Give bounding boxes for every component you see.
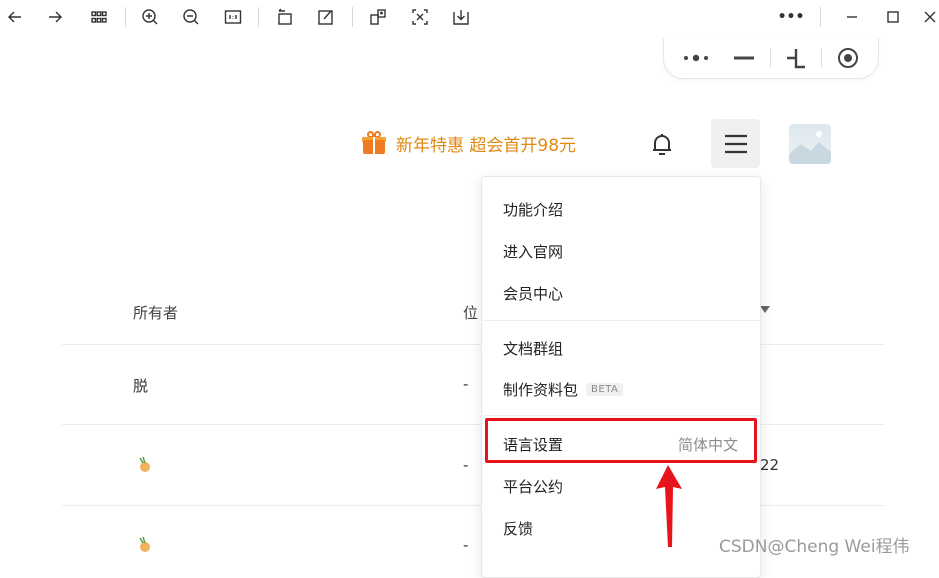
zoom-in-icon[interactable] (139, 6, 161, 28)
edit-icon[interactable] (315, 6, 337, 28)
download-icon[interactable] (450, 6, 472, 28)
collapse-icon[interactable] (782, 46, 810, 70)
menu-item-website[interactable]: 进入官网 (482, 231, 760, 271)
close-window-icon[interactable] (920, 6, 939, 28)
more-icon[interactable]: ••• (777, 6, 805, 28)
column-header-owner[interactable]: 所有者 (133, 302, 178, 323)
table-row-extra: 22 (760, 456, 780, 474)
record-icon[interactable] (834, 46, 862, 70)
column-header-location[interactable]: 位 (463, 302, 478, 323)
table-row-location: - (463, 456, 469, 474)
menu-item-features[interactable]: 功能介绍 (482, 189, 760, 229)
rotate-icon[interactable] (274, 6, 296, 28)
menu-item-platform-rules[interactable]: 平台公约 (482, 466, 760, 506)
back-icon[interactable] (4, 6, 26, 28)
promo-text: 新年特惠 超会首开98元 (396, 135, 577, 156)
minimize-icon[interactable] (730, 46, 758, 70)
pineapple-icon (139, 536, 150, 552)
promo-banner[interactable]: 新年特惠 超会首开98元 (362, 128, 576, 158)
fit-icon[interactable] (409, 6, 431, 28)
annotation-arrow-icon (656, 465, 682, 547)
bell-icon[interactable] (648, 130, 676, 158)
beta-badge: BETA (586, 382, 624, 396)
gift-icon (362, 131, 386, 155)
viewer-toolbar: ••• (0, 0, 939, 34)
annotation-highlight-box (485, 418, 757, 463)
hamburger-menu-button[interactable] (711, 119, 760, 168)
main-menu-dropdown: 功能介绍 进入官网 会员中心 文档群组 制作资料包 BETA 语言设置 简体中文… (481, 176, 761, 578)
actual-size-icon[interactable] (222, 6, 244, 28)
menu-item-doc-groups[interactable]: 文档群组 (482, 328, 760, 368)
table-row-owner: 脱 (133, 377, 149, 395)
menu-item-member-center[interactable]: 会员中心 (482, 273, 760, 313)
maximize-window-icon[interactable] (882, 6, 904, 28)
forward-icon[interactable] (44, 6, 66, 28)
floating-controls (663, 38, 879, 79)
dots-icon[interactable] (678, 46, 714, 70)
zoom-out-icon[interactable] (180, 6, 202, 28)
table-row-location: - (463, 375, 469, 393)
hamburger-icon (724, 134, 747, 153)
menu-item-resource-pack[interactable]: 制作资料包 BETA (482, 369, 760, 409)
minimize-window-icon[interactable] (841, 6, 863, 28)
avatar[interactable] (789, 124, 831, 164)
pineapple-icon (139, 456, 150, 472)
table-row-location: - (463, 536, 469, 554)
crop-icon[interactable] (367, 6, 389, 28)
grid-icon[interactable] (88, 6, 110, 28)
watermark: CSDN@Cheng Wei程伟 (719, 537, 910, 557)
sort-caret-icon[interactable] (760, 306, 770, 313)
